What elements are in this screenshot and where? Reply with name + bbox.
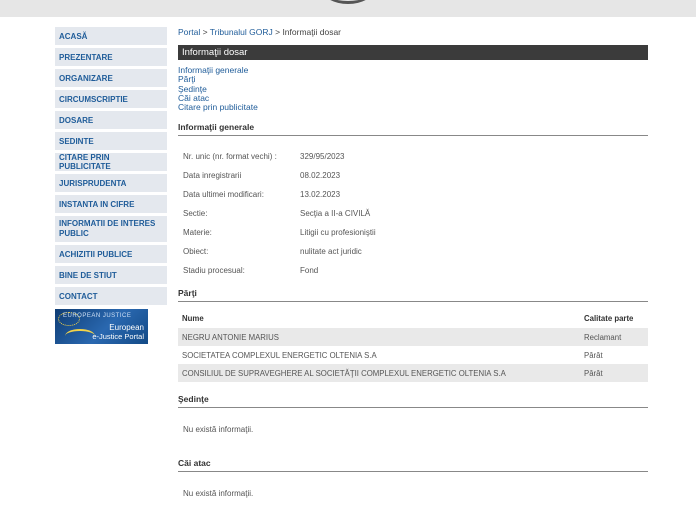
info-value: 13.02.2023: [300, 190, 341, 200]
sidebar-item-jurisprudenta[interactable]: JURISPRUDENTA: [55, 174, 167, 192]
info-label: Data ultimei modificari:: [183, 190, 264, 200]
ejustice-portal-banner[interactable]: EUROPEAN JUSTICE European e-Justice Port…: [55, 309, 148, 344]
info-value: Litigii cu profesioniştii: [300, 228, 376, 238]
breadcrumb-current: Informaţii dosar: [282, 27, 342, 37]
info-label: Data inregistrarii: [183, 171, 242, 181]
sidebar-item-bine-de-stiut[interactable]: BINE DE STIUT: [55, 266, 167, 284]
ejustice-line1: European: [109, 323, 144, 332]
info-label: Materie:: [183, 228, 212, 238]
sidebar-item-contact[interactable]: CONTACT: [55, 287, 167, 305]
ejustice-line2: e-Justice Portal: [92, 332, 144, 341]
info-value: 329/95/2023: [300, 152, 345, 162]
sidebar-item-dosare[interactable]: DOSARE: [55, 111, 167, 129]
info-label: Stadiu procesual:: [183, 266, 245, 276]
info-value: Secţia a II-a CIVILĂ: [300, 209, 371, 219]
link-sedinte[interactable]: Şedinţe: [178, 84, 648, 94]
sidebar-item-achizitii-publice[interactable]: ACHIZITII PUBLICE: [55, 245, 167, 263]
party-name: NEGRU ANTONIE MARIUS: [178, 328, 580, 347]
cai-atac-empty-message: Nu există informaţii.: [183, 489, 254, 499]
sidebar-item-circumscriptie[interactable]: CIRCUMSCRIPTIE: [55, 90, 167, 108]
parti-heading: Părţi: [178, 288, 648, 303]
sidebar-item-acasa[interactable]: ACASĂ: [55, 27, 167, 45]
breadcrumb: Portal > Tribunalul GORJ > Informaţii do…: [178, 27, 648, 41]
cai-atac-heading: Căi atac: [178, 458, 648, 473]
breadcrumb-court-link[interactable]: Tribunalul GORJ: [210, 27, 273, 37]
parti-table: Nume Calitate parte NEGRU ANTONIE MARIUS…: [178, 309, 648, 383]
info-label: Nr. unic (nr. format vechi) :: [183, 152, 277, 162]
party-role: Pârât: [584, 350, 603, 360]
party-role: Reclamant: [580, 328, 648, 347]
party-name: SOCIETATEA COMPLEXUL ENERGETIC OLTENIA S…: [182, 350, 377, 360]
info-value: Fond: [300, 266, 319, 276]
page-title: Informaţii dosar: [178, 45, 648, 60]
sidebar-item-citare[interactable]: CITARE PRIN PUBLICITATE: [55, 153, 167, 171]
sedinte-heading: Şedinţe: [178, 394, 648, 409]
sidebar-item-sedinte[interactable]: SEDINTE: [55, 132, 167, 150]
column-header-calitate: Calitate parte: [584, 314, 634, 324]
breadcrumb-separator: >: [272, 27, 283, 37]
ejustice-swoosh-icon: [65, 329, 95, 343]
general-info-list: Nr. unic (nr. format vechi) : 329/95/2023…: [178, 136, 648, 288]
link-parti[interactable]: Părţi: [178, 74, 648, 84]
party-name: CONSILIUL DE SUPRAVEGHERE AL SOCIETĂŢII …: [178, 364, 580, 383]
info-value: nulitate act juridic: [300, 247, 362, 257]
top-banner: [0, 0, 696, 17]
link-citare-publicitate[interactable]: Citare prin publicitate: [178, 102, 648, 112]
sidebar-item-instanta-in-cifre[interactable]: INSTANTA IN CIFRE: [55, 195, 167, 213]
table-row: SOCIETATEA COMPLEXUL ENERGETIC OLTENIA S…: [178, 346, 648, 364]
sedinte-empty-message: Nu există informaţii.: [183, 425, 254, 435]
main-content: Portal > Tribunalul GORJ > Informaţii do…: [178, 27, 648, 498]
sidebar: ACASĂ PREZENTARE ORGANIZARE CIRCUMSCRIPTIE D…: [55, 27, 167, 344]
banner-emblem: [322, 0, 374, 4]
breadcrumb-separator: >: [200, 27, 210, 37]
table-row: NEGRU ANTONIE MARIUS Reclamant: [178, 328, 648, 347]
info-label: Sectie:: [183, 209, 208, 219]
party-role: Pârât: [580, 364, 648, 383]
info-label: Obiect:: [183, 247, 209, 257]
sidebar-item-informatii-interes-public[interactable]: INFORMATII DE INTERES PUBLIC: [55, 216, 167, 242]
general-info-heading: Informaţii generale: [178, 122, 648, 137]
sidebar-item-organizare[interactable]: ORGANIZARE: [55, 69, 167, 87]
table-row: CONSILIUL DE SUPRAVEGHERE AL SOCIETĂŢII …: [178, 364, 648, 383]
column-header-nume: Nume: [182, 314, 204, 324]
info-value: 08.02.2023: [300, 171, 341, 181]
ejustice-logo-top: EUROPEAN JUSTICE: [63, 313, 132, 319]
link-informatii-generale[interactable]: Informaţii generale: [178, 65, 648, 75]
sidebar-item-prezentare[interactable]: PREZENTARE: [55, 48, 167, 66]
breadcrumb-portal-link[interactable]: Portal: [178, 27, 200, 37]
section-links: Informaţii generale Părţi Şedinţe Căi at…: [178, 65, 648, 112]
